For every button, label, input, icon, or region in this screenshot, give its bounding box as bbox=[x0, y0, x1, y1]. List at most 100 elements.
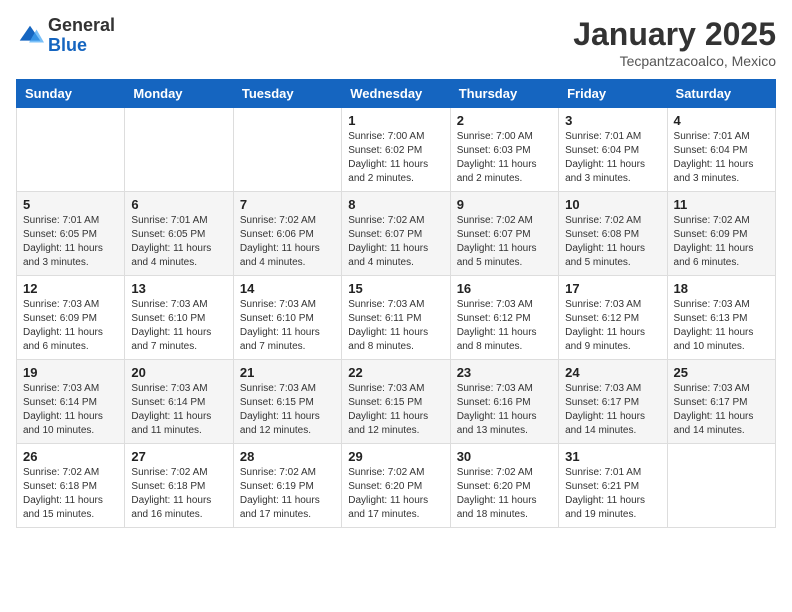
day-number: 22 bbox=[348, 365, 443, 380]
day-number: 5 bbox=[23, 197, 118, 212]
calendar-cell bbox=[17, 108, 125, 192]
day-info: Sunrise: 7:00 AM Sunset: 6:02 PM Dayligh… bbox=[348, 130, 443, 186]
weekday-header: Tuesday bbox=[233, 80, 341, 108]
day-number: 16 bbox=[457, 281, 552, 296]
day-number: 6 bbox=[131, 197, 226, 212]
day-info: Sunrise: 7:03 AM Sunset: 6:14 PM Dayligh… bbox=[23, 382, 118, 438]
page-header: General Blue January 2025 Tecpantzacoalc… bbox=[16, 16, 776, 69]
calendar-cell: 16 Sunrise: 7:03 AM Sunset: 6:12 PM Dayli… bbox=[450, 276, 558, 360]
logo-text: General Blue bbox=[48, 16, 115, 56]
calendar-cell: 6 Sunrise: 7:01 AM Sunset: 6:05 PM Daylig… bbox=[125, 192, 233, 276]
day-info: Sunrise: 7:03 AM Sunset: 6:16 PM Dayligh… bbox=[457, 382, 552, 438]
day-number: 13 bbox=[131, 281, 226, 296]
weekday-header: Thursday bbox=[450, 80, 558, 108]
calendar-cell: 26Sunrise: 7:02 AM Sunset: 6:18 PM Dayli… bbox=[17, 444, 125, 528]
calendar-cell: 17 Sunrise: 7:03 AM Sunset: 6:12 PM Dayli… bbox=[559, 276, 667, 360]
day-number: 31 bbox=[565, 449, 660, 464]
calendar-cell: 23Sunrise: 7:03 AM Sunset: 6:16 PM Dayli… bbox=[450, 360, 558, 444]
day-info: Sunrise: 7:02 AM Sunset: 6:18 PM Dayligh… bbox=[23, 466, 118, 522]
logo-general: General bbox=[48, 16, 115, 36]
calendar-cell: 1 Sunrise: 7:00 AM Sunset: 6:02 PM Daylig… bbox=[342, 108, 450, 192]
day-info: Sunrise: 7:03 AM Sunset: 6:15 PM Dayligh… bbox=[240, 382, 335, 438]
day-info: Sunrise: 7:03 AM Sunset: 6:15 PM Dayligh… bbox=[348, 382, 443, 438]
calendar-cell: 3Sunrise: 7:01 AM Sunset: 6:04 PM Daylig… bbox=[559, 108, 667, 192]
calendar-cell: 24 Sunrise: 7:03 AM Sunset: 6:17 PM Dayli… bbox=[559, 360, 667, 444]
weekday-row: SundayMondayTuesdayWednesdayThursdayFrid… bbox=[17, 80, 776, 108]
logo: General Blue bbox=[16, 16, 115, 56]
day-number: 30 bbox=[457, 449, 552, 464]
weekday-header: Monday bbox=[125, 80, 233, 108]
day-info: Sunrise: 7:03 AM Sunset: 6:13 PM Dayligh… bbox=[674, 298, 769, 354]
location: Tecpantzacoalco, Mexico bbox=[573, 53, 776, 69]
day-number: 2 bbox=[457, 113, 552, 128]
day-number: 15 bbox=[348, 281, 443, 296]
day-number: 4 bbox=[674, 113, 769, 128]
day-number: 9 bbox=[457, 197, 552, 212]
calendar-cell: 31 Sunrise: 7:01 AM Sunset: 6:21 PM Dayli… bbox=[559, 444, 667, 528]
calendar-week-row: 1 Sunrise: 7:00 AM Sunset: 6:02 PM Daylig… bbox=[17, 108, 776, 192]
calendar-week-row: 5 Sunrise: 7:01 AM Sunset: 6:05 PM Daylig… bbox=[17, 192, 776, 276]
calendar-cell: 15Sunrise: 7:03 AM Sunset: 6:11 PM Dayli… bbox=[342, 276, 450, 360]
calendar-cell: 21 Sunrise: 7:03 AM Sunset: 6:15 PM Dayli… bbox=[233, 360, 341, 444]
month-title: January 2025 bbox=[573, 16, 776, 53]
day-number: 8 bbox=[348, 197, 443, 212]
day-info: Sunrise: 7:02 AM Sunset: 6:20 PM Dayligh… bbox=[457, 466, 552, 522]
day-number: 3 bbox=[565, 113, 660, 128]
day-number: 19 bbox=[23, 365, 118, 380]
calendar-cell: 28 Sunrise: 7:02 AM Sunset: 6:19 PM Dayli… bbox=[233, 444, 341, 528]
calendar-cell: 13 Sunrise: 7:03 AM Sunset: 6:10 PM Dayli… bbox=[125, 276, 233, 360]
day-info: Sunrise: 7:03 AM Sunset: 6:12 PM Dayligh… bbox=[565, 298, 660, 354]
day-info: Sunrise: 7:02 AM Sunset: 6:08 PM Dayligh… bbox=[565, 214, 660, 270]
calendar-week-row: 26Sunrise: 7:02 AM Sunset: 6:18 PM Dayli… bbox=[17, 444, 776, 528]
calendar-cell bbox=[125, 108, 233, 192]
day-number: 28 bbox=[240, 449, 335, 464]
day-info: Sunrise: 7:01 AM Sunset: 6:05 PM Dayligh… bbox=[23, 214, 118, 270]
calendar-week-row: 12Sunrise: 7:03 AM Sunset: 6:09 PM Dayli… bbox=[17, 276, 776, 360]
day-number: 1 bbox=[348, 113, 443, 128]
calendar-cell: 2 Sunrise: 7:00 AM Sunset: 6:03 PM Daylig… bbox=[450, 108, 558, 192]
day-number: 20 bbox=[131, 365, 226, 380]
day-info: Sunrise: 7:03 AM Sunset: 6:17 PM Dayligh… bbox=[565, 382, 660, 438]
calendar-cell bbox=[233, 108, 341, 192]
weekday-header: Sunday bbox=[17, 80, 125, 108]
day-number: 17 bbox=[565, 281, 660, 296]
day-info: Sunrise: 7:00 AM Sunset: 6:03 PM Dayligh… bbox=[457, 130, 552, 186]
day-number: 21 bbox=[240, 365, 335, 380]
day-number: 25 bbox=[674, 365, 769, 380]
day-number: 18 bbox=[674, 281, 769, 296]
day-number: 11 bbox=[674, 197, 769, 212]
calendar-body: 1 Sunrise: 7:00 AM Sunset: 6:02 PM Daylig… bbox=[17, 108, 776, 528]
calendar-cell: 10Sunrise: 7:02 AM Sunset: 6:08 PM Dayli… bbox=[559, 192, 667, 276]
day-info: Sunrise: 7:01 AM Sunset: 6:21 PM Dayligh… bbox=[565, 466, 660, 522]
day-info: Sunrise: 7:02 AM Sunset: 6:18 PM Dayligh… bbox=[131, 466, 226, 522]
calendar-cell: 12Sunrise: 7:03 AM Sunset: 6:09 PM Dayli… bbox=[17, 276, 125, 360]
calendar-cell: 29 Sunrise: 7:02 AM Sunset: 6:20 PM Dayli… bbox=[342, 444, 450, 528]
day-number: 29 bbox=[348, 449, 443, 464]
calendar-cell bbox=[667, 444, 775, 528]
day-info: Sunrise: 7:03 AM Sunset: 6:10 PM Dayligh… bbox=[131, 298, 226, 354]
day-info: Sunrise: 7:02 AM Sunset: 6:19 PM Dayligh… bbox=[240, 466, 335, 522]
calendar-cell: 14Sunrise: 7:03 AM Sunset: 6:10 PM Dayli… bbox=[233, 276, 341, 360]
calendar-header: SundayMondayTuesdayWednesdayThursdayFrid… bbox=[17, 80, 776, 108]
day-info: Sunrise: 7:03 AM Sunset: 6:14 PM Dayligh… bbox=[131, 382, 226, 438]
day-info: Sunrise: 7:02 AM Sunset: 6:09 PM Dayligh… bbox=[674, 214, 769, 270]
weekday-header: Saturday bbox=[667, 80, 775, 108]
logo-icon bbox=[16, 22, 44, 50]
calendar-cell: 27Sunrise: 7:02 AM Sunset: 6:18 PM Dayli… bbox=[125, 444, 233, 528]
calendar-week-row: 19 Sunrise: 7:03 AM Sunset: 6:14 PM Dayli… bbox=[17, 360, 776, 444]
day-info: Sunrise: 7:01 AM Sunset: 6:05 PM Dayligh… bbox=[131, 214, 226, 270]
calendar-cell: 5 Sunrise: 7:01 AM Sunset: 6:05 PM Daylig… bbox=[17, 192, 125, 276]
calendar-cell: 8Sunrise: 7:02 AM Sunset: 6:07 PM Daylig… bbox=[342, 192, 450, 276]
calendar-cell: 4Sunrise: 7:01 AM Sunset: 6:04 PM Daylig… bbox=[667, 108, 775, 192]
calendar: SundayMondayTuesdayWednesdayThursdayFrid… bbox=[16, 79, 776, 528]
weekday-header: Wednesday bbox=[342, 80, 450, 108]
day-number: 24 bbox=[565, 365, 660, 380]
calendar-cell: 9Sunrise: 7:02 AM Sunset: 6:07 PM Daylig… bbox=[450, 192, 558, 276]
day-info: Sunrise: 7:02 AM Sunset: 6:20 PM Dayligh… bbox=[348, 466, 443, 522]
day-info: Sunrise: 7:03 AM Sunset: 6:12 PM Dayligh… bbox=[457, 298, 552, 354]
calendar-cell: 25 Sunrise: 7:03 AM Sunset: 6:17 PM Dayli… bbox=[667, 360, 775, 444]
day-number: 14 bbox=[240, 281, 335, 296]
logo-blue: Blue bbox=[48, 36, 115, 56]
day-info: Sunrise: 7:03 AM Sunset: 6:17 PM Dayligh… bbox=[674, 382, 769, 438]
calendar-cell: 18 Sunrise: 7:03 AM Sunset: 6:13 PM Dayli… bbox=[667, 276, 775, 360]
